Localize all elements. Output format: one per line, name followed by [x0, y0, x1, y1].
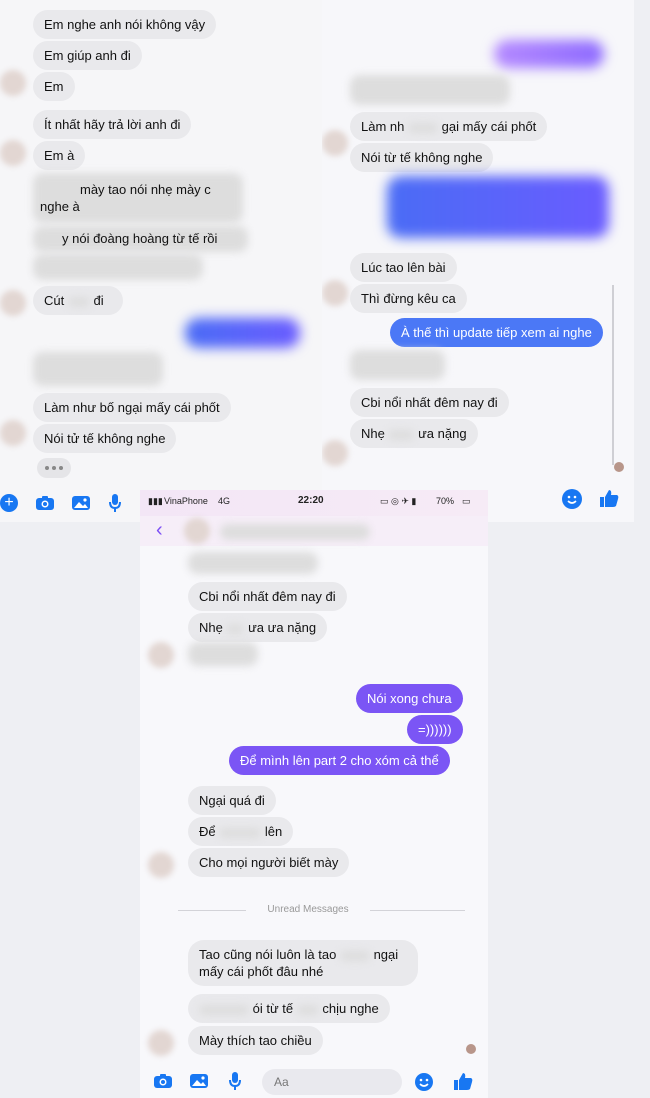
composer-toolbar: Aa	[140, 1068, 488, 1098]
message-bubble: Nhẹ ưa nặng	[350, 419, 478, 448]
message-fragment: mấy cái phốt đâu nhé	[199, 964, 324, 979]
blurred-contact-name	[220, 524, 370, 540]
carrier-name: VinaPhone	[164, 496, 208, 506]
message-input[interactable]: Aa	[262, 1069, 402, 1095]
divider	[178, 910, 246, 911]
message-bubble: Em à	[33, 141, 86, 170]
scrollbar[interactable]	[612, 285, 614, 465]
message-fragment: chịu nghe	[322, 1001, 379, 1016]
blurred-outgoing-message	[387, 176, 609, 238]
outgoing-message-bubble: À thế thì update tiếp xem ai nghe	[390, 318, 603, 347]
avatar	[148, 1030, 174, 1056]
message-fragment: Nhẹ	[199, 620, 223, 635]
message-bubble: Em giúp anh đi	[33, 41, 142, 70]
signal-icon: ▮▮▮	[148, 496, 163, 506]
avatar	[322, 130, 348, 156]
message-bubble: Ngại quá đi	[188, 786, 276, 815]
blurred-region	[350, 75, 510, 105]
avatar	[184, 518, 210, 544]
blurred-region	[188, 552, 318, 574]
message-bubble: Nói từ tế không nghe	[350, 143, 494, 172]
chat-panel-right: Làm nh gại mấy cái phốt Nói từ tế không …	[322, 0, 634, 522]
typing-indicator	[37, 458, 71, 478]
status-icons: ▭ ◎ ✈ ▮	[380, 496, 417, 506]
avatar	[322, 280, 348, 306]
blurred-region	[33, 254, 203, 280]
message-fragment: ưa ưa nặng	[248, 620, 317, 635]
avatar	[0, 70, 26, 96]
like-icon[interactable]	[452, 1071, 474, 1093]
message-bubble: Cbi nổi nhất đêm nay đi	[188, 582, 347, 611]
message-bubble: Nói tử tế không nghe	[33, 424, 177, 453]
microphone-icon[interactable]	[106, 493, 124, 513]
message-fragment: Để	[199, 824, 216, 839]
message-fragment: Tao cũng nói luôn là tao	[199, 947, 337, 962]
blurred-outgoing-message	[494, 40, 604, 68]
message-bubble: Cbi nổi nhất đêm nay đi	[350, 388, 509, 417]
message-bubble: Làm nh gại mấy cái phốt	[350, 112, 548, 141]
message-bubble: Cút đi	[33, 286, 123, 315]
avatar	[148, 852, 174, 878]
message-bubble: ói từ tế chịu nghe	[188, 994, 390, 1023]
battery-icon: ▭	[462, 496, 471, 506]
emoji-icon[interactable]	[562, 489, 582, 509]
message-fragment: ói từ tế	[252, 1001, 294, 1016]
avatar	[0, 420, 26, 446]
message-bubble: Tao cũng nói luôn là tao ngại mấy cái ph…	[188, 940, 418, 986]
message-bubble: Mày thích tao chiều	[188, 1026, 323, 1055]
seen-avatar	[614, 462, 624, 472]
outgoing-message-bubble: =))))))	[407, 715, 463, 744]
message-fragment: ngại	[373, 947, 399, 962]
avatar	[0, 290, 26, 316]
like-icon[interactable]	[598, 488, 620, 510]
message-fragment: đi	[93, 293, 104, 308]
avatar	[0, 140, 26, 166]
image-icon[interactable]	[70, 494, 92, 512]
message-bubble: Em	[33, 72, 75, 101]
message-bubble: Thì đừng kêu ca	[350, 284, 467, 313]
outgoing-message-bubble: Nói xong chưa	[356, 684, 463, 713]
camera-icon[interactable]	[34, 494, 56, 512]
message-bubble: Cho mọi người biết mày	[188, 848, 350, 877]
clock: 22:20	[298, 495, 324, 506]
divider	[370, 910, 465, 911]
battery-percent: 70%	[436, 496, 455, 506]
seen-avatar	[466, 1044, 476, 1054]
network-type: 4G	[218, 496, 231, 506]
blurred-region	[188, 642, 258, 666]
image-icon[interactable]	[188, 1072, 210, 1090]
unread-messages-label: Unread Messages	[267, 904, 349, 915]
camera-icon[interactable]	[152, 1072, 174, 1090]
status-bar: ▮▮▮ VinaPhone 4G 22:20 ▭ ◎ ✈ ▮ 70% ▭	[140, 490, 488, 516]
message-fragment: lên	[264, 824, 283, 839]
message-bubble: Làm như bố ngại mấy cái phốt	[33, 393, 231, 422]
message-fragment: mày tao nói nhẹ mày c	[80, 182, 211, 197]
message-fragment: y nói đoàng hoàng từ tế rồi	[62, 231, 218, 246]
message-fragment: nghe à	[40, 199, 80, 214]
back-icon[interactable]: ‹	[156, 519, 163, 542]
chat-panel-phone: ▮▮▮ VinaPhone 4G 22:20 ▭ ◎ ✈ ▮ 70% ▭ ‹ C…	[140, 490, 488, 1098]
message-bubble: Nhẹ ưa ưa nặng	[188, 613, 328, 642]
blurred-outgoing-message	[185, 318, 300, 348]
message-bubble: Ít nhất hãy trả lời anh đi	[33, 110, 192, 139]
message-fragment: Cút	[44, 293, 65, 308]
message-fragment: Nhẹ	[361, 426, 385, 441]
message-bubble: Em nghe anh nói không vậy	[33, 10, 217, 39]
message-bubble: Lúc tao lên bài	[350, 253, 457, 282]
emoji-icon[interactable]	[414, 1072, 434, 1092]
message-fragment: ưa nặng	[418, 426, 467, 441]
message-fragment: gại mấy cái phốt	[441, 119, 537, 134]
chat-header: ‹	[140, 516, 488, 546]
microphone-icon[interactable]	[226, 1071, 244, 1091]
message-fragment: Làm nh	[361, 119, 405, 134]
avatar	[322, 440, 348, 466]
blurred-region	[350, 350, 445, 380]
message-bubble: Để lên	[188, 817, 294, 846]
blurred-region	[33, 352, 163, 386]
chat-panel-left: Em nghe anh nói không vậy Em giúp anh đi…	[0, 0, 322, 522]
avatar	[148, 642, 174, 668]
outgoing-message-bubble: Để mình lên part 2 cho xóm cả thể	[229, 746, 450, 775]
plus-icon[interactable]: +	[0, 494, 18, 512]
